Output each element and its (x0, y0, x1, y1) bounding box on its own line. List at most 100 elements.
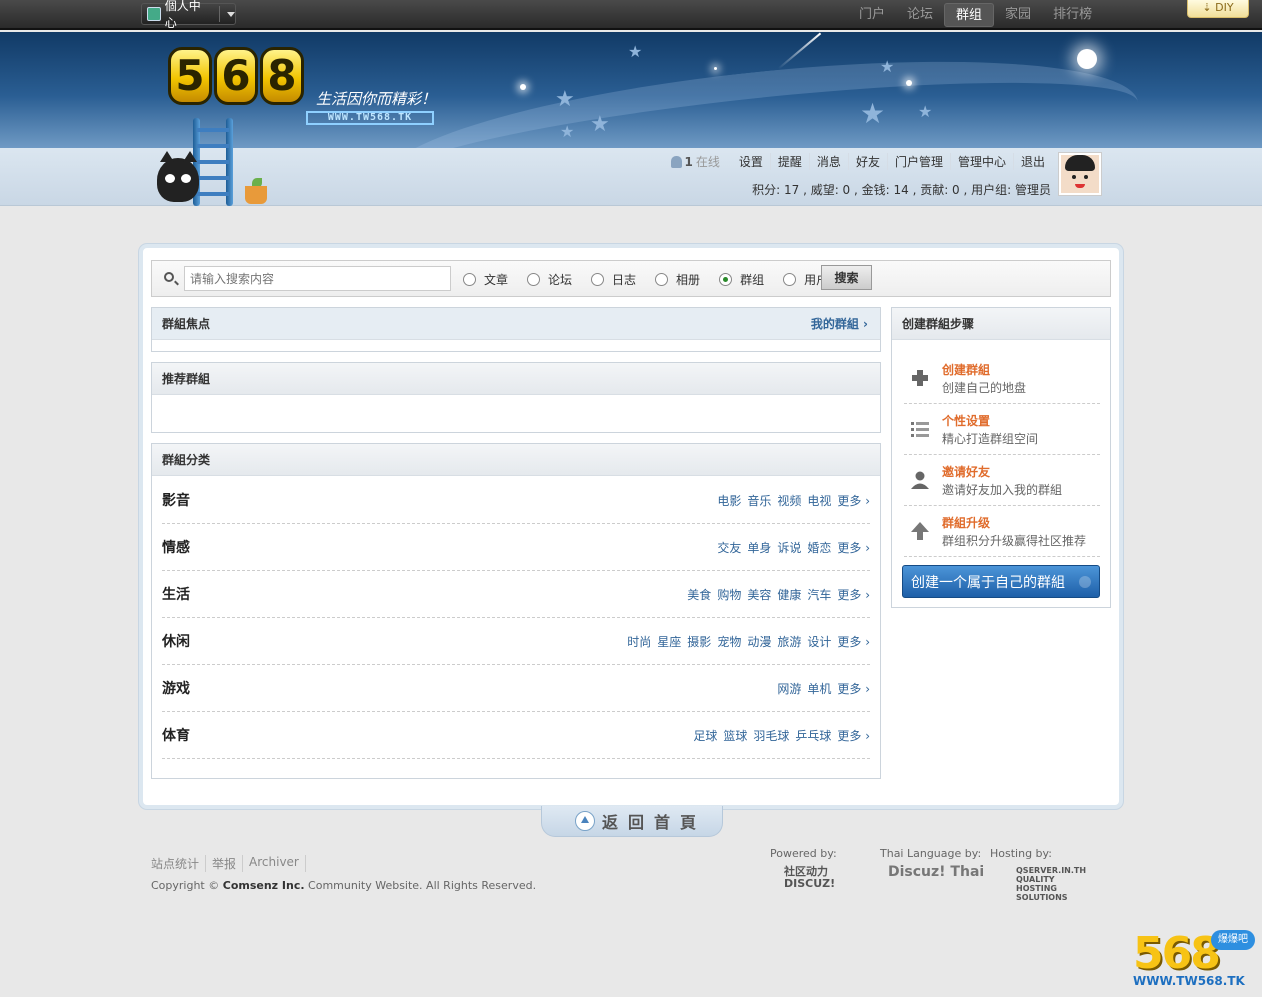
search-type-article[interactable]: 文章 (463, 271, 508, 288)
flower-pot-decoration (245, 186, 267, 204)
category-more-link[interactable]: 更多 › (837, 492, 870, 509)
star-icon: ★ (560, 122, 575, 141)
footer-links: 站点统计 举报 Archiver (151, 855, 306, 872)
nav-portal[interactable]: 门户 (848, 3, 896, 27)
create-steps-panel: 创建群組步骤 创建群組 创建自己的地盘 个性设置 精心打造群组空间 邀请好友 邀… (891, 307, 1111, 608)
footer-link-stats[interactable]: 站点统计 (151, 855, 205, 872)
category-link[interactable]: 电视 (807, 492, 831, 509)
category-links: 足球 篮球 羽毛球 乒乓球 更多 › (693, 727, 870, 744)
category-name[interactable]: 情感 (162, 537, 190, 557)
category-link[interactable]: 美容 (747, 586, 771, 603)
diy-button[interactable]: ⇣ DIY (1187, 0, 1249, 18)
category-link[interactable]: 购物 (717, 586, 741, 603)
category-link[interactable]: 羽毛球 (753, 727, 789, 744)
category-name[interactable]: 生活 (162, 584, 190, 604)
radio-button[interactable] (591, 273, 605, 286)
category-link[interactable]: 旅游 (777, 633, 801, 650)
menu-messages[interactable]: 消息 (808, 153, 848, 170)
search-button[interactable]: 搜索 (821, 265, 872, 290)
category-link[interactable]: 交友 (717, 539, 741, 556)
footer-link-archiver[interactable]: Archiver (242, 855, 306, 872)
category-link[interactable]: 摄影 (687, 633, 711, 650)
menu-portal-admin[interactable]: 门户管理 (886, 153, 950, 170)
category-link[interactable]: 健康 (777, 586, 801, 603)
avatar[interactable] (1058, 152, 1102, 196)
category-links: 美食 购物 美容 健康 汽车 更多 › (687, 586, 870, 603)
category-name[interactable]: 影音 (162, 490, 190, 510)
category-link[interactable]: 婚恋 (807, 539, 831, 556)
nav-ranking[interactable]: 排行榜 (1042, 3, 1103, 27)
nav-forum[interactable]: 论坛 (896, 3, 944, 27)
menu-logout[interactable]: 退出 (1012, 153, 1052, 170)
qserver-logo[interactable]: QSERVER.IN.TH QUALITY HOSTING SOLUTIONS (1016, 866, 1098, 902)
discuz-thai-logo[interactable]: Discuz! Thai (888, 865, 984, 879)
radio-button[interactable] (527, 273, 541, 286)
category-link[interactable]: 篮球 (723, 727, 747, 744)
menu-settings[interactable]: 设置 (732, 153, 770, 170)
category-name[interactable]: 游戏 (162, 678, 190, 698)
nav-group[interactable]: 群组 (944, 3, 995, 27)
category-row: 影音 电影 音乐 视频 电视 更多 › (162, 477, 870, 524)
create-group-button[interactable]: 创建一个属于自己的群組 (902, 565, 1100, 598)
search-type-group[interactable]: 群组 (719, 271, 764, 288)
step-upgrade-group[interactable]: 群組升级 群组积分升级赢得社区推荐 (904, 507, 1100, 557)
search-type-forum[interactable]: 论坛 (527, 271, 572, 288)
category-link[interactable]: 宠物 (717, 633, 741, 650)
category-link[interactable]: 诉说 (777, 539, 801, 556)
radio-button[interactable] (463, 273, 476, 286)
category-link[interactable]: 单机 (807, 680, 831, 697)
radio-button[interactable] (783, 273, 797, 286)
category-more-link[interactable]: 更多 › (837, 680, 870, 697)
category-row: 情感 交友 单身 诉说 婚恋 更多 › (162, 524, 870, 571)
discuz-logo[interactable]: 社区动力 DISCUZ! (784, 866, 856, 890)
category-name[interactable]: 体育 (162, 725, 190, 745)
group-categories-panel: 群組分类 影音 电影 音乐 视频 电视 更多 › 情感 交友 单身 诉说 婚恋 更多 › 生活 美食 购物美… (151, 443, 881, 779)
watermark-logo: 568 (1133, 928, 1221, 979)
search-type-options: 文章 论坛 日志 相册 群组 用户 (463, 271, 847, 288)
step-personalize[interactable]: 个性设置 精心打造群组空间 (904, 405, 1100, 455)
personal-center-menu[interactable]: 個人中心 (141, 0, 236, 30)
radio-button[interactable] (655, 273, 669, 286)
top-navbar: 個人中心 门户 论坛 群组 家园 排行榜 ⇣ DIY (0, 0, 1262, 30)
category-name[interactable]: 休闲 (162, 631, 190, 651)
menu-friends[interactable]: 好友 (847, 153, 887, 170)
personal-center-icon (147, 7, 161, 21)
nav-home[interactable]: 家园 (994, 3, 1042, 27)
search-bar: 文章 论坛 日志 相册 群组 用户 搜索 (151, 260, 1111, 297)
panel-title: 群組焦点 我的群組 › (152, 308, 880, 340)
site-logo[interactable]: 5 6 8 (168, 47, 304, 105)
search-input[interactable] (184, 266, 451, 291)
step-invite-friends[interactable]: 邀请好友 邀请好友加入我的群組 (904, 456, 1100, 506)
search-type-album[interactable]: 相册 (655, 271, 700, 288)
category-more-link[interactable]: 更多 › (837, 633, 870, 650)
up-arrow-icon (911, 522, 929, 540)
back-home-button[interactable]: 返回首頁 (541, 806, 723, 837)
footer-link-report[interactable]: 举报 (205, 855, 242, 872)
search-type-blog[interactable]: 日志 (591, 271, 636, 288)
category-link[interactable]: 汽车 (807, 586, 831, 603)
category-link[interactable]: 动漫 (747, 633, 771, 650)
logo-url: WWW.TW568.TK (306, 111, 434, 125)
category-link[interactable]: 音乐 (747, 492, 771, 509)
category-link[interactable]: 美食 (687, 586, 711, 603)
category-more-link[interactable]: 更多 › (837, 539, 870, 556)
category-more-link[interactable]: 更多 › (837, 727, 870, 744)
category-link[interactable]: 足球 (693, 727, 717, 744)
category-link[interactable]: 时尚 (627, 633, 651, 650)
my-groups-link[interactable]: 我的群組 › (811, 308, 868, 340)
category-link[interactable]: 乒乓球 (795, 727, 831, 744)
category-link[interactable]: 单身 (747, 539, 771, 556)
radio-button-selected[interactable] (719, 273, 733, 286)
category-link[interactable]: 设计 (807, 633, 831, 650)
cat-mascot (157, 151, 199, 202)
menu-admin-center[interactable]: 管理中心 (949, 153, 1013, 170)
step-create-group[interactable]: 创建群組 创建自己的地盘 (904, 354, 1100, 404)
category-link[interactable]: 视频 (777, 492, 801, 509)
category-link[interactable]: 星座 (657, 633, 681, 650)
star-icon: ★ (628, 42, 643, 61)
category-link[interactable]: 电影 (717, 492, 741, 509)
category-link[interactable]: 网游 (777, 680, 801, 697)
menu-reminders[interactable]: 提醒 (769, 153, 809, 170)
online-status[interactable]: 1 在线 (670, 153, 732, 170)
category-more-link[interactable]: 更多 › (837, 586, 870, 603)
